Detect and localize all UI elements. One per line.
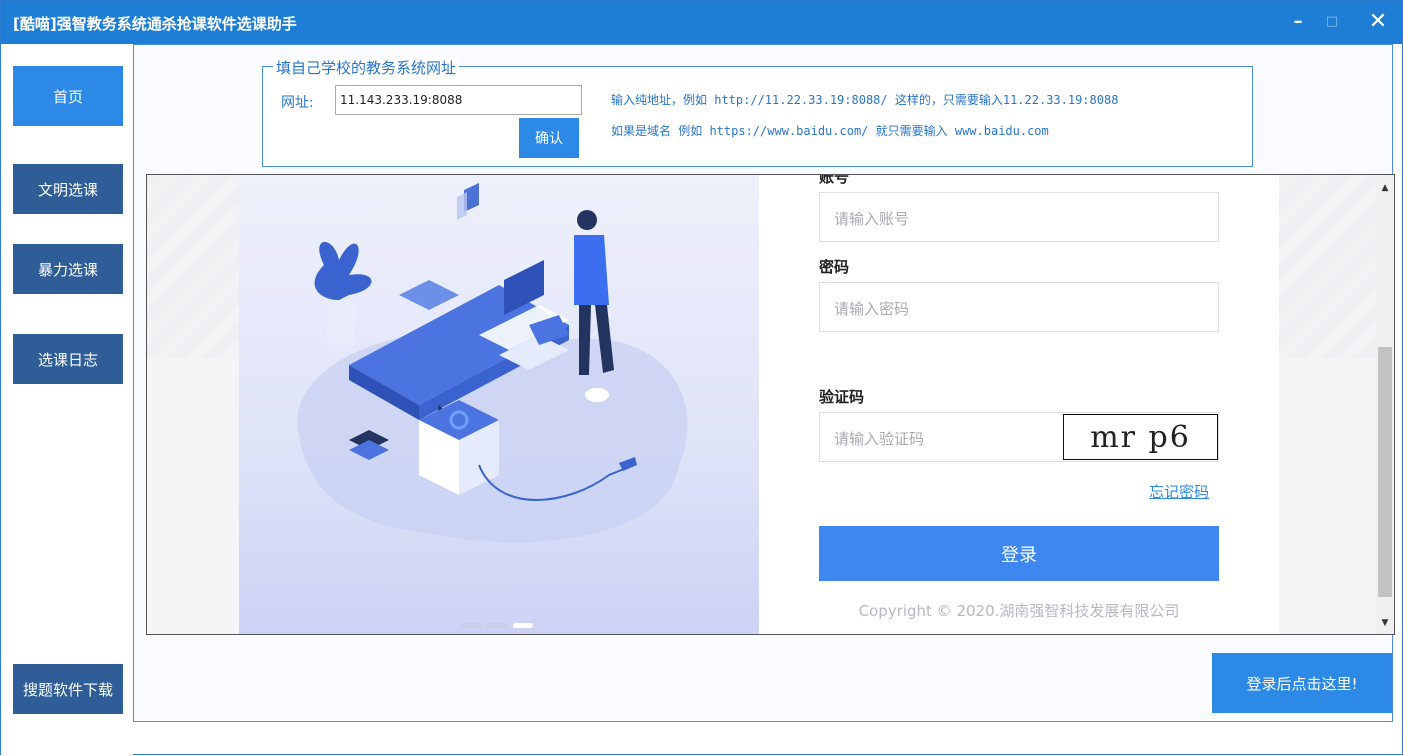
copyright-text: Copyright © 2020.湖南强智科技发展有限公司: [858, 602, 1180, 620]
download-software-button[interactable]: 搜题软件下载: [13, 664, 123, 714]
app-window: [酷喵]强智教务系统通杀抢课软件选课助手 – □ ✕ 首页 文明选课 暴力选课 …: [0, 0, 1403, 756]
carousel-indicators: [461, 623, 533, 628]
login-button[interactable]: 登录: [819, 526, 1219, 581]
maximize-button[interactable]: □: [1319, 9, 1345, 35]
url-label: 网址:: [281, 95, 314, 111]
vertical-scrollbar[interactable]: ▲ ▼: [1376, 175, 1394, 634]
nav-force-select-button[interactable]: 暴力选课: [13, 244, 123, 294]
captcha-placeholder: 请输入验证码: [834, 430, 925, 448]
password-input[interactable]: 请输入密码: [819, 282, 1219, 332]
scroll-down-arrow-icon[interactable]: ▼: [1376, 614, 1394, 632]
scroll-up-arrow-icon[interactable]: ▲: [1376, 179, 1394, 197]
after-login-button[interactable]: 登录后点击这里!: [1212, 653, 1392, 713]
close-button[interactable]: ✕: [1365, 9, 1391, 35]
forgot-password-link[interactable]: 忘记密码: [1149, 481, 1209, 502]
nav-home-button[interactable]: 首页: [13, 66, 123, 126]
window-title: [酷喵]强智教务系统通杀抢课软件选课助手: [13, 15, 297, 33]
carousel-dot-active[interactable]: [513, 623, 533, 628]
password-label: 密码: [819, 258, 850, 276]
url-input[interactable]: [335, 85, 582, 115]
captcha-label: 验证码: [819, 388, 865, 406]
url-groupbox-legend: 填自己学校的教务系统网址: [273, 57, 460, 78]
embedded-browser: 账号 请输入账号 密码 请输入密码 验证码 请输入验证码 mr p6 忘记密码 …: [146, 174, 1395, 635]
nav-log-button[interactable]: 选课日志: [13, 334, 123, 384]
url-groupbox: 填自己学校的教务系统网址 网址: 确认 输入纯地址，例如 http://11.2…: [262, 57, 1253, 167]
account-placeholder: 请输入账号: [834, 210, 910, 228]
minimize-button[interactable]: –: [1285, 9, 1311, 35]
isometric-office-illustration: [297, 183, 688, 543]
login-form: 账号 请输入账号 密码 请输入密码 验证码 请输入验证码 mr p6 忘记密码 …: [759, 174, 1279, 634]
password-placeholder: 请输入密码: [834, 300, 910, 318]
scrollbar-thumb[interactable]: [1378, 347, 1392, 597]
title-bar: [酷喵]强智教务系统通杀抢课软件选课助手 – □ ✕: [1, 1, 1403, 44]
login-illustration: [239, 175, 759, 634]
captcha-image[interactable]: mr p6: [1063, 414, 1218, 460]
carousel-dot[interactable]: [487, 623, 507, 628]
sidebar: 首页 文明选课 暴力选课 选课日志 搜题软件下载: [1, 44, 133, 756]
url-hint-1: 输入纯地址，例如 http://11.22.33.19:8088/ 这样的，只需…: [611, 93, 1119, 107]
account-input[interactable]: 请输入账号: [819, 192, 1219, 242]
url-hint-2: 如果是域名 例如 https://www.baidu.com/ 就只需要输入 w…: [611, 124, 1049, 138]
captcha-input[interactable]: 请输入验证码 mr p6: [819, 412, 1219, 462]
account-label: 账号: [819, 174, 850, 186]
nav-civil-select-button[interactable]: 文明选课: [13, 164, 123, 214]
confirm-button[interactable]: 确认: [519, 118, 579, 158]
carousel-dot[interactable]: [461, 623, 481, 628]
